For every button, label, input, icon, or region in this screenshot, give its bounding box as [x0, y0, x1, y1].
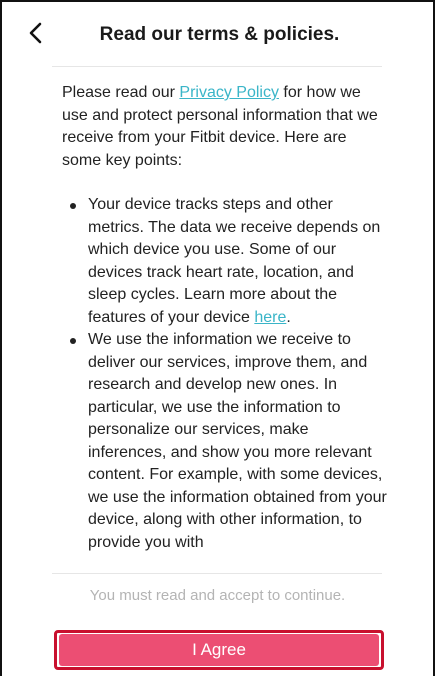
terms-content[interactable]: Please read our Privacy Policy for how w…: [62, 82, 387, 570]
intro-text-before: Please read our: [62, 84, 180, 101]
point-text-before: Your device tracks steps and other metri…: [88, 196, 381, 326]
terms-screen: Read our terms & policies. Please read o…: [0, 0, 435, 676]
intro-paragraph: Please read our Privacy Policy for how w…: [62, 82, 387, 172]
list-item: We use the information we receive to del…: [70, 329, 387, 554]
footer-divider: [52, 573, 382, 574]
page-title: Read our terms & policies.: [99, 24, 340, 45]
list-item: Your device tracks steps and other metri…: [70, 194, 387, 329]
point-text-after: .: [286, 308, 291, 326]
point-text: We use the information we receive to del…: [88, 331, 387, 551]
chevron-left-icon: [29, 22, 42, 44]
back-button[interactable]: [20, 16, 50, 50]
accept-notice: You must read and accept to continue.: [89, 587, 346, 604]
header: Read our terms & policies.: [2, 2, 433, 68]
header-divider: [52, 66, 382, 67]
device-features-link[interactable]: here: [254, 309, 286, 326]
key-points-list: Your device tracks steps and other metri…: [62, 194, 387, 554]
privacy-policy-link[interactable]: Privacy Policy: [179, 84, 279, 101]
agree-button[interactable]: I Agree: [59, 634, 379, 666]
